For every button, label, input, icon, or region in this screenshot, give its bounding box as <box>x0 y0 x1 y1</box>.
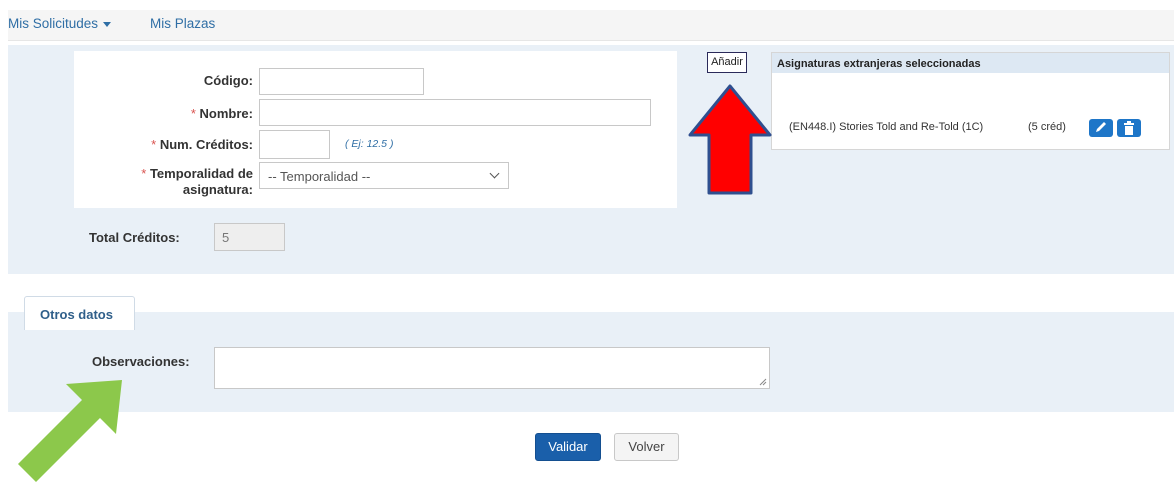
nombre-label: * Nombre: <box>190 106 253 121</box>
edit-button[interactable] <box>1089 119 1113 137</box>
green-arrow-annotation <box>18 380 122 482</box>
temporalidad-select[interactable]: -- Temporalidad -- <box>259 162 509 189</box>
selected-subjects-panel: Asignaturas extranjeras seleccionadas (E… <box>771 52 1170 150</box>
creditos-input[interactable] <box>259 130 330 159</box>
selected-subjects-title: Asignaturas extranjeras seleccionadas <box>772 53 1169 73</box>
red-arrow-annotation <box>688 84 772 195</box>
chevron-down-icon <box>103 21 112 27</box>
observaciones-textarea[interactable] <box>214 347 770 389</box>
nav-mis-plazas[interactable]: Mis Plazas <box>150 16 215 31</box>
delete-button[interactable] <box>1117 119 1141 137</box>
list-item-credits: (5 créd) <box>1028 121 1066 133</box>
pencil-icon <box>1096 122 1106 132</box>
nombre-input[interactable] <box>259 99 651 126</box>
list-item-name: (EN448.I) Stories Told and Re-Told (1C) <box>789 121 984 133</box>
resize-handle-icon[interactable] <box>759 378 767 386</box>
chevron-down-icon <box>489 168 500 179</box>
codigo-input[interactable] <box>259 68 424 95</box>
total-creditos-label: Total Créditos: <box>89 230 180 245</box>
creditos-hint: ( Ej: 12.5 ) <box>345 138 394 150</box>
nav-mis-solicitudes-label: Mis Solicitudes <box>8 16 99 31</box>
validar-button[interactable]: Validar <box>535 433 601 461</box>
observaciones-label: Observaciones: <box>92 354 190 369</box>
creditos-label: * Num. Créditos: <box>151 137 253 152</box>
codigo-label: Código: <box>203 73 253 88</box>
temporalidad-selected-value: -- Temporalidad -- <box>268 169 371 184</box>
volver-button[interactable]: Volver <box>614 433 679 461</box>
nav-mis-solicitudes[interactable]: Mis Solicitudes <box>8 16 112 31</box>
trash-icon <box>1124 121 1134 135</box>
total-creditos-value: 5 <box>214 223 285 251</box>
anadir-button[interactable]: Añadir <box>707 52 747 73</box>
tab-otros-datos[interactable]: Otros datos <box>24 296 135 330</box>
temporalidad-label: * Temporalidad de asignatura: <box>141 166 253 197</box>
